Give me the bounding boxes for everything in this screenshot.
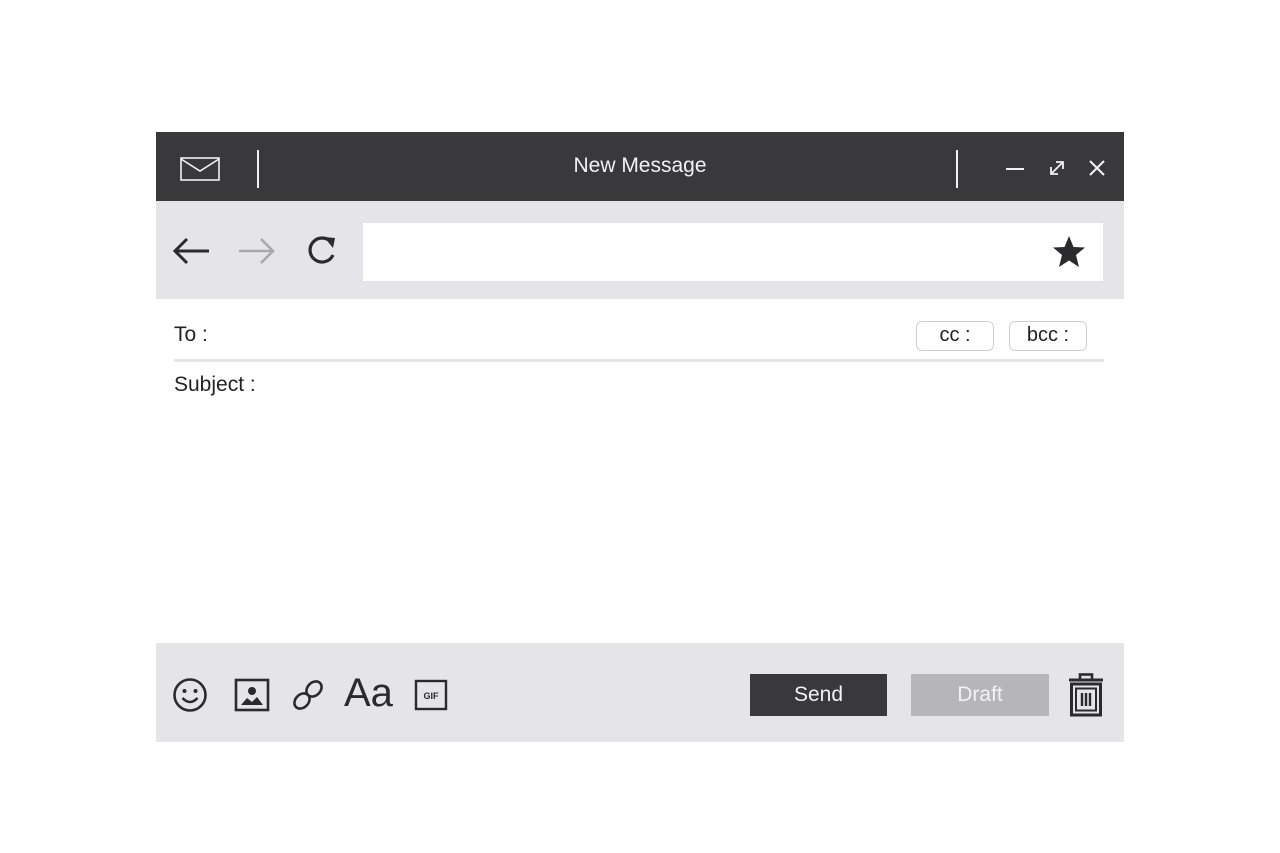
- address-bar[interactable]: [363, 223, 1103, 281]
- smiley-icon[interactable]: [172, 677, 208, 713]
- reload-icon[interactable]: [302, 233, 342, 269]
- navigation-bar: [156, 201, 1124, 299]
- compose-toolbar: Aa GIF Send Draft: [156, 643, 1124, 742]
- bcc-button[interactable]: bcc :: [1009, 321, 1087, 351]
- compose-window: New Message To: cc: bcc: Subject: Aa…: [156, 132, 1124, 742]
- to-field[interactable]: [214, 321, 908, 353]
- gif-icon[interactable]: GIF: [414, 679, 448, 711]
- arrow-right-icon[interactable]: [236, 233, 276, 269]
- trash-icon[interactable]: [1068, 673, 1104, 717]
- draft-button[interactable]: Draft: [911, 674, 1049, 716]
- image-icon[interactable]: [234, 678, 270, 712]
- send-button[interactable]: Send: [750, 674, 887, 716]
- title-separator-right: [956, 150, 958, 188]
- to-label: To :: [174, 323, 208, 346]
- gif-label: GIF: [424, 691, 440, 701]
- message-body[interactable]: [174, 413, 1108, 639]
- compose-area: To : cc : bcc : Subject :: [156, 299, 1124, 643]
- font-format-button[interactable]: Aa: [344, 671, 393, 715]
- close-icon[interactable]: [1085, 156, 1109, 180]
- subject-field[interactable]: [270, 371, 1094, 405]
- subject-label: Subject :: [174, 373, 256, 396]
- link-icon[interactable]: [290, 677, 326, 713]
- cc-button[interactable]: cc :: [916, 321, 994, 351]
- title-bar: New Message: [156, 132, 1124, 201]
- subject-row: Subject :: [174, 371, 1104, 407]
- arrow-left-icon[interactable]: [172, 233, 212, 269]
- minimize-icon[interactable]: [1003, 156, 1027, 180]
- window-title: New Message: [573, 154, 707, 177]
- to-row: To : cc : bcc :: [174, 321, 1104, 362]
- star-icon[interactable]: [1052, 235, 1086, 269]
- expand-icon[interactable]: [1045, 156, 1069, 180]
